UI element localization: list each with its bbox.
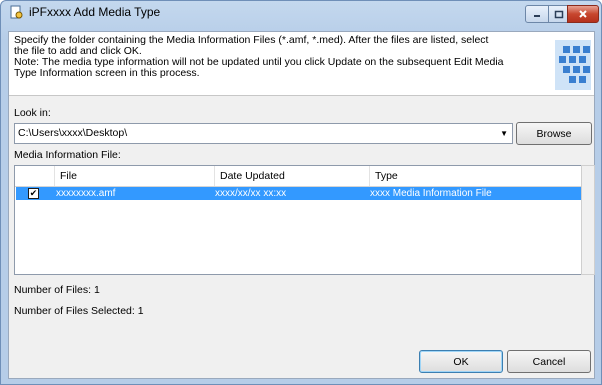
instruction-header: Specify the folder containing the Media … — [9, 32, 594, 96]
number-of-files: Number of Files: 1 — [14, 284, 100, 296]
column-header-date-updated[interactable]: Date Updated — [215, 166, 370, 186]
cancel-button[interactable]: Cancel — [507, 350, 591, 373]
ok-button[interactable]: OK — [419, 350, 503, 373]
look-in-value: C:\Users\xxxx\Desktop\ — [18, 127, 128, 139]
document-gear-icon — [10, 5, 23, 19]
list-scrollbar[interactable] — [581, 165, 595, 275]
blue-cubes-icon — [555, 40, 591, 90]
row-checkbox[interactable]: ✔ — [28, 188, 39, 199]
look-in-label: Look in: — [14, 107, 51, 119]
dialog-client-area: Specify the folder containing the Media … — [8, 31, 595, 379]
add-media-type-window: iPFxxxx Add Media Type Specify the folde… — [0, 0, 602, 385]
title-bar[interactable]: iPFxxxx Add Media Type — [1, 1, 601, 23]
column-header-type[interactable]: Type — [370, 166, 582, 186]
row-date-updated: xxxx/xx/xx xx:xx — [215, 188, 287, 199]
table-row[interactable]: ✔ xxxxxxxx.amf xxxx/xx/xx xx:xx xxxx Med… — [16, 187, 581, 200]
minimize-button[interactable] — [525, 5, 549, 23]
row-type: xxxx Media Information File — [370, 188, 492, 199]
browse-button[interactable]: Browse — [516, 122, 592, 145]
number-of-files-selected: Number of Files Selected: 1 — [14, 305, 144, 317]
close-button[interactable] — [567, 5, 599, 23]
instruction-text: Specify the folder containing the Media … — [14, 35, 504, 79]
column-header-checkbox[interactable] — [15, 166, 55, 186]
media-file-list[interactable]: File Date Updated Type ✔ xxxxxxxx.amf xx… — [14, 165, 583, 275]
media-info-file-label: Media Information File: — [14, 149, 121, 161]
instruction-line-1: Specify the folder containing the Media … — [14, 34, 489, 57]
column-header-file[interactable]: File — [55, 166, 215, 186]
maximize-icon — [554, 10, 564, 18]
list-header: File Date Updated Type — [15, 166, 582, 187]
close-icon — [579, 10, 587, 18]
look-in-combobox[interactable]: C:\Users\xxxx\Desktop\ ▼ — [14, 123, 513, 144]
minimize-icon — [534, 15, 540, 17]
row-file: xxxxxxxx.amf — [56, 188, 116, 199]
instruction-line-2: Note: The media type information will no… — [14, 56, 504, 79]
window-title: iPFxxxx Add Media Type — [29, 5, 161, 19]
dropdown-arrow-icon[interactable]: ▼ — [500, 129, 508, 138]
